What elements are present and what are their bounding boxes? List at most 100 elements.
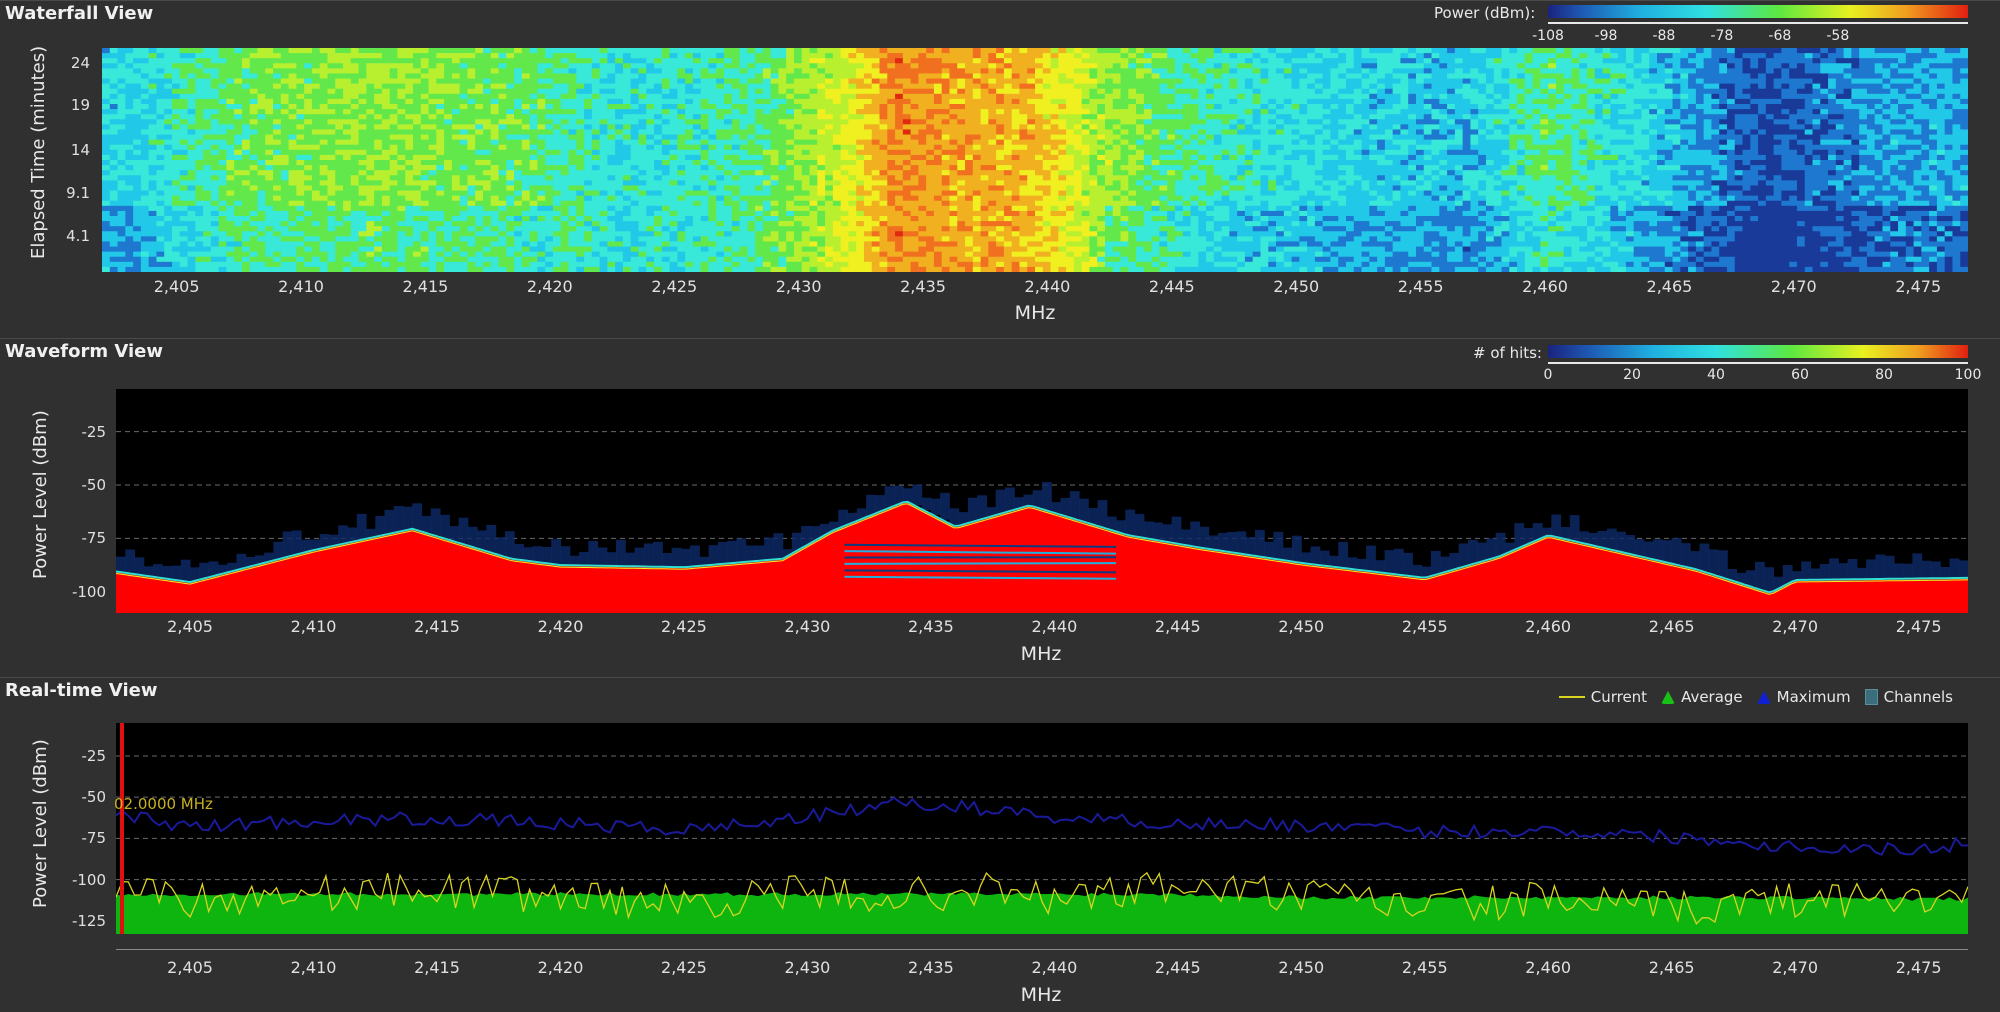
heatmap-cell <box>1424 63 1432 69</box>
heatmap-cell <box>429 89 437 95</box>
heatmap-cell <box>576 58 584 64</box>
heatmap-cell <box>926 79 934 85</box>
heatmap-cell <box>631 63 639 69</box>
heatmap-cell <box>1245 119 1253 125</box>
heatmap-cell <box>623 135 631 141</box>
heatmap-cell <box>1152 84 1160 90</box>
heatmap-cell <box>1253 150 1261 156</box>
heatmap-cell <box>1478 135 1486 141</box>
heatmap-cell <box>133 94 141 100</box>
heatmap-cell <box>460 145 468 151</box>
heatmap-cell <box>265 99 273 105</box>
heatmap-cell <box>1377 140 1385 146</box>
heatmap-cell <box>203 109 211 115</box>
heatmap-cell <box>1066 94 1074 100</box>
heatmap-cell <box>312 84 320 90</box>
heatmap-cell <box>1781 124 1789 130</box>
heatmap-cell <box>250 129 258 135</box>
heatmap-cell <box>491 68 499 74</box>
heatmap-cell <box>1673 145 1681 151</box>
heatmap-cell <box>475 79 483 85</box>
heatmap-cell <box>211 114 219 120</box>
heatmap-cell <box>911 84 919 90</box>
heatmap-cell <box>1206 119 1214 125</box>
heatmap-cell <box>1781 135 1789 141</box>
heatmap-cell <box>732 129 740 135</box>
heatmap-cell <box>872 58 880 64</box>
heatmap-cell <box>701 94 709 100</box>
heatmap-cell <box>141 114 149 120</box>
heatmap-cell <box>1929 53 1937 59</box>
heatmap-cell <box>1455 63 1463 69</box>
heatmap-cell <box>1735 140 1743 146</box>
heatmap-cell <box>623 53 631 59</box>
heatmap-cell <box>1097 63 1105 69</box>
heatmap-cell <box>1540 145 1548 151</box>
heatmap-cell <box>1191 109 1199 115</box>
heatmap-cell <box>1533 73 1541 79</box>
heatmap-cell <box>172 119 180 125</box>
heatmap-cell <box>172 63 180 69</box>
heatmap-cell <box>273 84 281 90</box>
heatmap-cell <box>1704 135 1712 141</box>
heatmap-cell <box>957 135 965 141</box>
heatmap-cell <box>973 73 981 79</box>
heatmap-cell <box>374 129 382 135</box>
heatmap-cell <box>856 140 864 146</box>
heatmap-cell <box>576 104 584 110</box>
heatmap-cell <box>786 140 794 146</box>
heatmap-cell <box>615 53 623 59</box>
heatmap-cell <box>1945 104 1953 110</box>
heatmap-cell <box>530 53 538 59</box>
heatmap-cell <box>390 145 398 151</box>
heatmap-cell <box>654 135 662 141</box>
heatmap-cell <box>1284 114 1292 120</box>
heatmap-cell <box>1362 68 1370 74</box>
heatmap-cell <box>1673 99 1681 105</box>
heatmap-cell <box>1789 73 1797 79</box>
heatmap-cell <box>856 104 864 110</box>
heatmap-cell <box>413 79 421 85</box>
heatmap-cell <box>1152 63 1160 69</box>
heatmap-cell <box>1276 89 1284 95</box>
heatmap-cell <box>1346 73 1354 79</box>
heatmap-cell <box>1805 58 1813 64</box>
heatmap-cell <box>771 53 779 59</box>
heatmap-cell <box>1603 73 1611 79</box>
heatmap-cell <box>1540 94 1548 100</box>
heatmap-cell <box>304 119 312 125</box>
heatmap-cell <box>203 114 211 120</box>
waterfall-y-tick: 19 <box>40 96 90 114</box>
heatmap-cell <box>1618 145 1626 151</box>
heatmap-cell <box>530 129 538 135</box>
heatmap-cell <box>1571 48 1579 54</box>
heatmap-cell <box>1463 48 1471 54</box>
heatmap-cell <box>918 129 926 135</box>
heatmap-cell <box>1719 94 1727 100</box>
heatmap-cell <box>654 129 662 135</box>
heatmap-cell <box>219 135 227 141</box>
heatmap-cell <box>1206 135 1214 141</box>
heatmap-cell <box>1400 104 1408 110</box>
heatmap-cell <box>1952 145 1960 151</box>
heatmap-cell <box>553 119 561 125</box>
heatmap-cell <box>654 48 662 54</box>
heatmap-cell <box>926 124 934 130</box>
waterfall-heatmap[interactable] <box>102 48 1968 272</box>
heatmap-cell <box>1571 79 1579 85</box>
heatmap-cell <box>1128 104 1136 110</box>
heatmap-cell <box>1665 89 1673 95</box>
heatmap-cell <box>125 124 133 130</box>
heatmap-cell <box>506 140 514 146</box>
heatmap-cell <box>1089 150 1097 156</box>
heatmap-cell <box>1330 119 1338 125</box>
heatmap-cell <box>957 48 965 54</box>
heatmap-cell <box>351 150 359 156</box>
heatmap-cell <box>615 114 623 120</box>
heatmap-cell <box>436 94 444 100</box>
heatmap-cell <box>1027 48 1035 54</box>
heatmap-cell <box>1844 58 1852 64</box>
heatmap-cell <box>506 124 514 130</box>
heatmap-cell <box>366 145 374 151</box>
heatmap-cell <box>918 53 926 59</box>
